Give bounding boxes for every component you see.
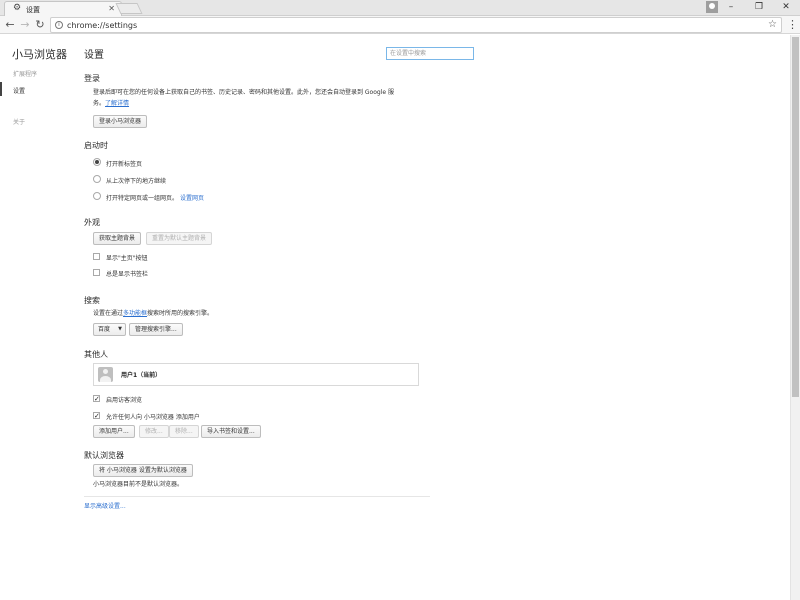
learn-more-link[interactable]: 了解详情 xyxy=(105,100,129,107)
get-themes-button[interactable]: 获取主题背景 xyxy=(93,232,142,245)
search-desc-prefix: 设置在通过 xyxy=(93,310,124,317)
default-browser-status: 小马浏览器目前不是默认浏览器。 xyxy=(93,481,184,488)
startup-option-label: 从上次停下的地方继续 xyxy=(106,178,167,185)
show-bookmarks-label: 总是显示书签栏 xyxy=(106,271,149,278)
close-window-button[interactable]: ✕ xyxy=(772,0,800,14)
restore-button[interactable]: ❐ xyxy=(745,0,773,14)
signin-section-title: 登录 xyxy=(84,74,100,83)
startup-option-label: 打开新标签页 xyxy=(106,161,143,168)
signin-description: 登录后即可在您的任何设备上获取自己的书签、历史记录、密码和其他设置。此外，您还会… xyxy=(93,89,394,96)
current-user-name[interactable]: 用户1（当前） xyxy=(121,370,161,379)
edit-user-button[interactable]: 修改... xyxy=(139,425,169,438)
sidebar-brand: 小马浏览器 xyxy=(12,48,67,61)
title-bar: ⚙ 设置 ✕ – ❐ ✕ xyxy=(0,0,800,16)
search-desc-suffix: 搜索时所用的搜索引擎。 xyxy=(147,310,214,317)
remove-user-button[interactable]: 移除... xyxy=(169,425,199,438)
forward-arrow-icon[interactable]: → xyxy=(18,18,32,32)
gear-icon: ⚙ xyxy=(13,3,22,13)
show-advanced-settings-link[interactable]: 显示高级设置... xyxy=(84,502,126,512)
sidebar-item-settings[interactable]: 设置 xyxy=(13,86,25,95)
set-default-browser-button[interactable]: 将 小马浏览器 设置为默认浏览器 xyxy=(93,464,193,477)
settings-search-input[interactable] xyxy=(386,47,474,60)
allow-add-users-label: 允许任何人向 小马浏览器 添加用户 xyxy=(106,414,200,421)
page-info-icon[interactable]: i xyxy=(55,21,63,29)
startup-radio-continue[interactable] xyxy=(93,175,101,183)
search-engine-value: 百度 xyxy=(98,326,111,333)
set-pages-link[interactable]: 设置网页 xyxy=(180,195,204,202)
address-bar[interactable]: i chrome://settings ☆ xyxy=(50,17,782,33)
user-avatar-icon xyxy=(98,367,113,382)
manage-search-engines-button[interactable]: 管理搜索引擎... xyxy=(129,323,183,336)
user-list: 用户1（当前） xyxy=(93,363,419,386)
sidebar-item-extensions[interactable]: 扩展程序 xyxy=(13,69,37,78)
menu-kebab-icon[interactable]: ⋮ xyxy=(787,19,798,31)
bookmark-star-icon[interactable]: ☆ xyxy=(768,19,777,31)
signin-description-cont: 务。了解详情 xyxy=(93,99,129,109)
startup-option-label: 打开特定网页或一组网页。 设置网页 xyxy=(106,193,204,202)
minimize-button[interactable]: – xyxy=(717,0,745,14)
guest-browsing-checkbox[interactable]: ✓ xyxy=(93,395,100,403)
show-bookmarks-checkbox[interactable] xyxy=(93,269,100,276)
signin-button[interactable]: 登录小马浏览器 xyxy=(93,115,148,128)
search-engine-select[interactable]: 百度 ▼ xyxy=(93,323,126,336)
reset-theme-button[interactable]: 重置为默认主题背景 xyxy=(146,232,213,245)
guest-browsing-label: 启用访客浏览 xyxy=(106,397,143,404)
back-arrow-icon[interactable]: ← xyxy=(3,18,17,32)
omnibox-link[interactable]: 多功能框 xyxy=(123,310,147,317)
active-nav-marker xyxy=(0,82,2,96)
people-section-title: 其他人 xyxy=(84,350,108,359)
startup-option-label-text: 打开特定网页或一组网页。 xyxy=(106,195,179,202)
browser-toolbar: ← → ↻ i chrome://settings ☆ ⋮ xyxy=(0,16,800,34)
reload-icon[interactable]: ↻ xyxy=(33,18,47,32)
default-browser-section-title: 默认浏览器 xyxy=(84,451,124,460)
new-tab-button[interactable] xyxy=(115,3,143,14)
show-home-checkbox[interactable] xyxy=(93,253,100,260)
page-title: 设置 xyxy=(84,50,104,61)
search-description: 设置在通过多功能框搜索时所用的搜索引擎。 xyxy=(93,309,213,319)
import-bookmarks-button[interactable]: 导入书签和设置... xyxy=(201,425,261,438)
startup-radio-specific-pages[interactable] xyxy=(93,192,101,200)
tab-title: 设置 xyxy=(26,6,40,14)
settings-page: 小马浏览器 扩展程序 设置 关于 设置 登录 登录后即可在您的任何设备上获取自己… xyxy=(0,35,790,600)
show-home-label: 显示"主页"按钮 xyxy=(106,255,148,262)
close-tab-icon[interactable]: ✕ xyxy=(108,4,115,13)
address-text[interactable]: chrome://settings xyxy=(67,21,137,30)
add-user-button[interactable]: 添加用户... xyxy=(93,425,135,438)
allow-add-users-checkbox[interactable]: ✓ xyxy=(93,412,100,420)
scrollbar-thumb[interactable] xyxy=(792,37,799,397)
section-divider xyxy=(84,496,430,497)
search-section-title: 搜索 xyxy=(84,296,100,305)
startup-radio-new-tab[interactable] xyxy=(93,158,101,166)
dropdown-caret-icon: ▼ xyxy=(118,326,122,332)
signin-description-tail: 务。 xyxy=(93,100,106,107)
startup-section-title: 启动时 xyxy=(84,141,108,150)
appearance-section-title: 外观 xyxy=(84,218,100,227)
tab-settings[interactable]: ⚙ 设置 ✕ xyxy=(4,1,122,16)
vertical-scrollbar[interactable] xyxy=(790,35,800,600)
sidebar-item-about[interactable]: 关于 xyxy=(13,117,25,126)
